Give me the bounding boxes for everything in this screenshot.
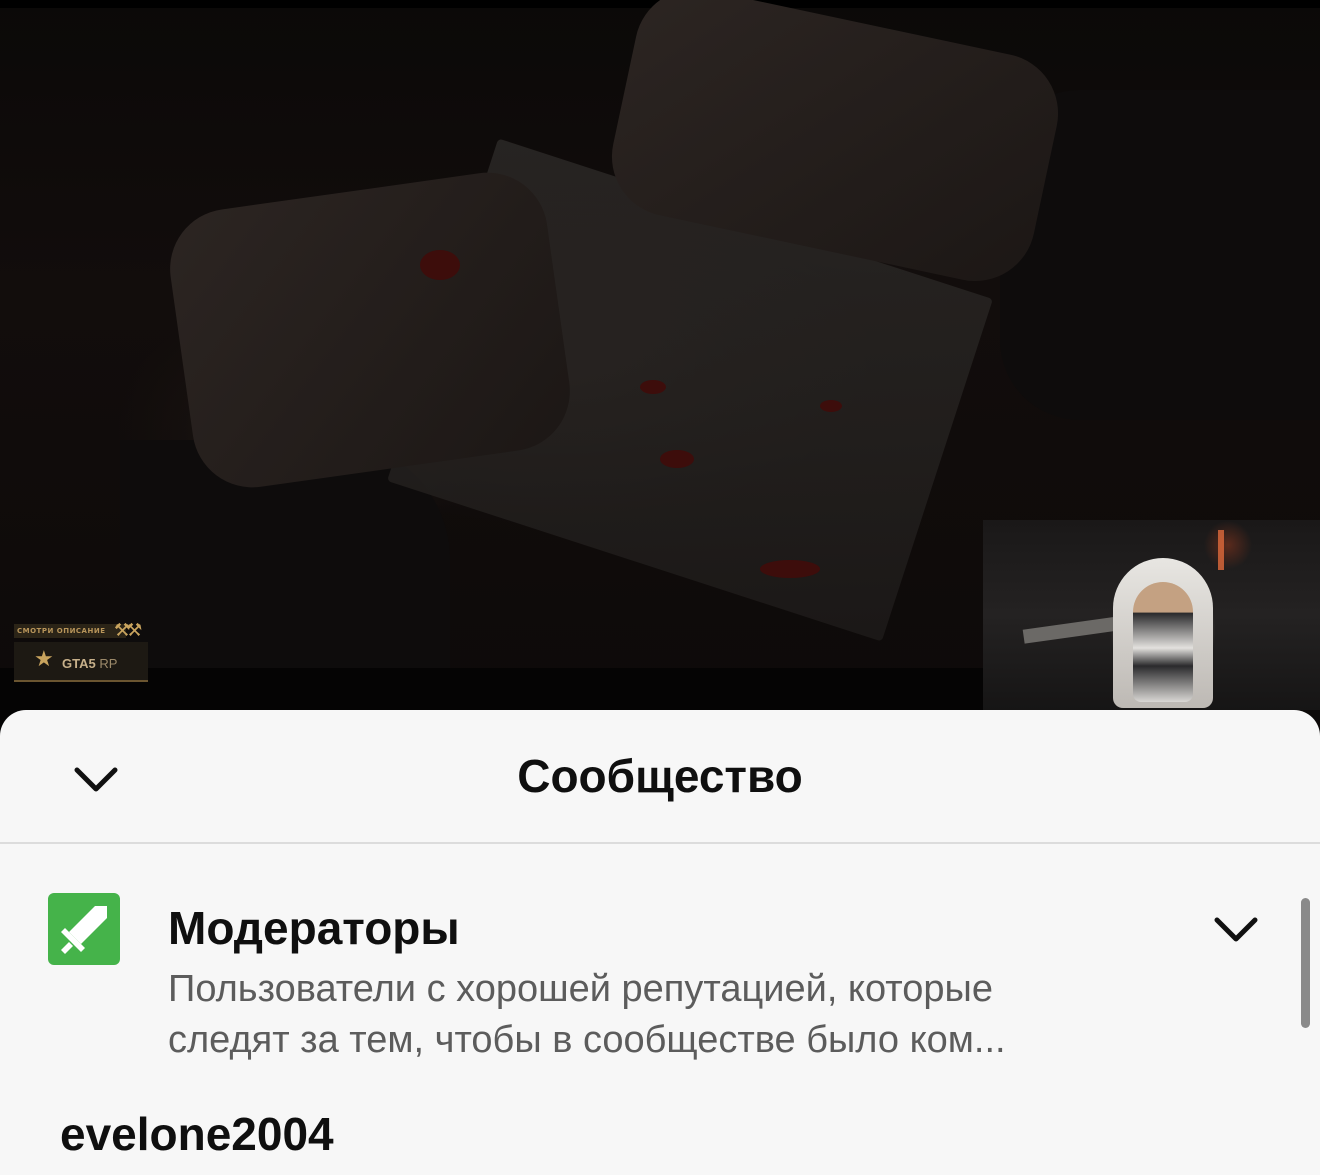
sword-badge-icon [48,893,120,965]
moderators-title: Модераторы [168,902,460,954]
blood-spot [420,250,460,280]
blood-spot [760,560,820,578]
webcam-overlay [983,520,1320,710]
star-icon: ★ [34,646,54,671]
moderators-description: Пользователи с хорошей репутацией, котор… [168,964,1168,1066]
scrollbar[interactable] [1301,898,1310,1028]
video-player[interactable]: СМОТРИ ОПИСАНИЕ ⚒⚒ ★ GTA5 RP [0,0,1320,730]
watermark-caption: СМОТРИ ОПИСАНИЕ [14,624,126,638]
blood-spot [820,400,842,412]
expand-button[interactable] [1206,900,1266,960]
blood-spot [660,450,694,468]
blood-spot [640,380,666,394]
sheet-title: Сообщество [517,750,803,802]
description-line: Пользователи с хорошей репутацией, котор… [168,968,993,1010]
chevron-down-icon [1214,917,1258,942]
moderators-section[interactable]: Модераторы Пользователи с хорошей репута… [0,886,1280,1066]
hand-shape [162,164,578,496]
lamp-shape [1218,530,1224,570]
watermark-logo: ★ GTA5 RP [14,642,148,682]
community-sheet: Сообщество Модераторы Пользователи с хор… [0,710,1320,1175]
stream-watermark: СМОТРИ ОПИСАНИЕ ⚒⚒ ★ GTA5 RP [14,620,164,684]
description-line: следят за тем, чтобы в сообществе было к… [168,1019,1006,1061]
watermark-brand: GTA5 RP [62,656,118,671]
axes-icon: ⚒⚒ [114,620,142,640]
sheet-header: Сообщество [0,710,1320,844]
streamer-shape [1133,582,1193,702]
user-list-item[interactable]: evelone2004 [60,1106,334,1162]
